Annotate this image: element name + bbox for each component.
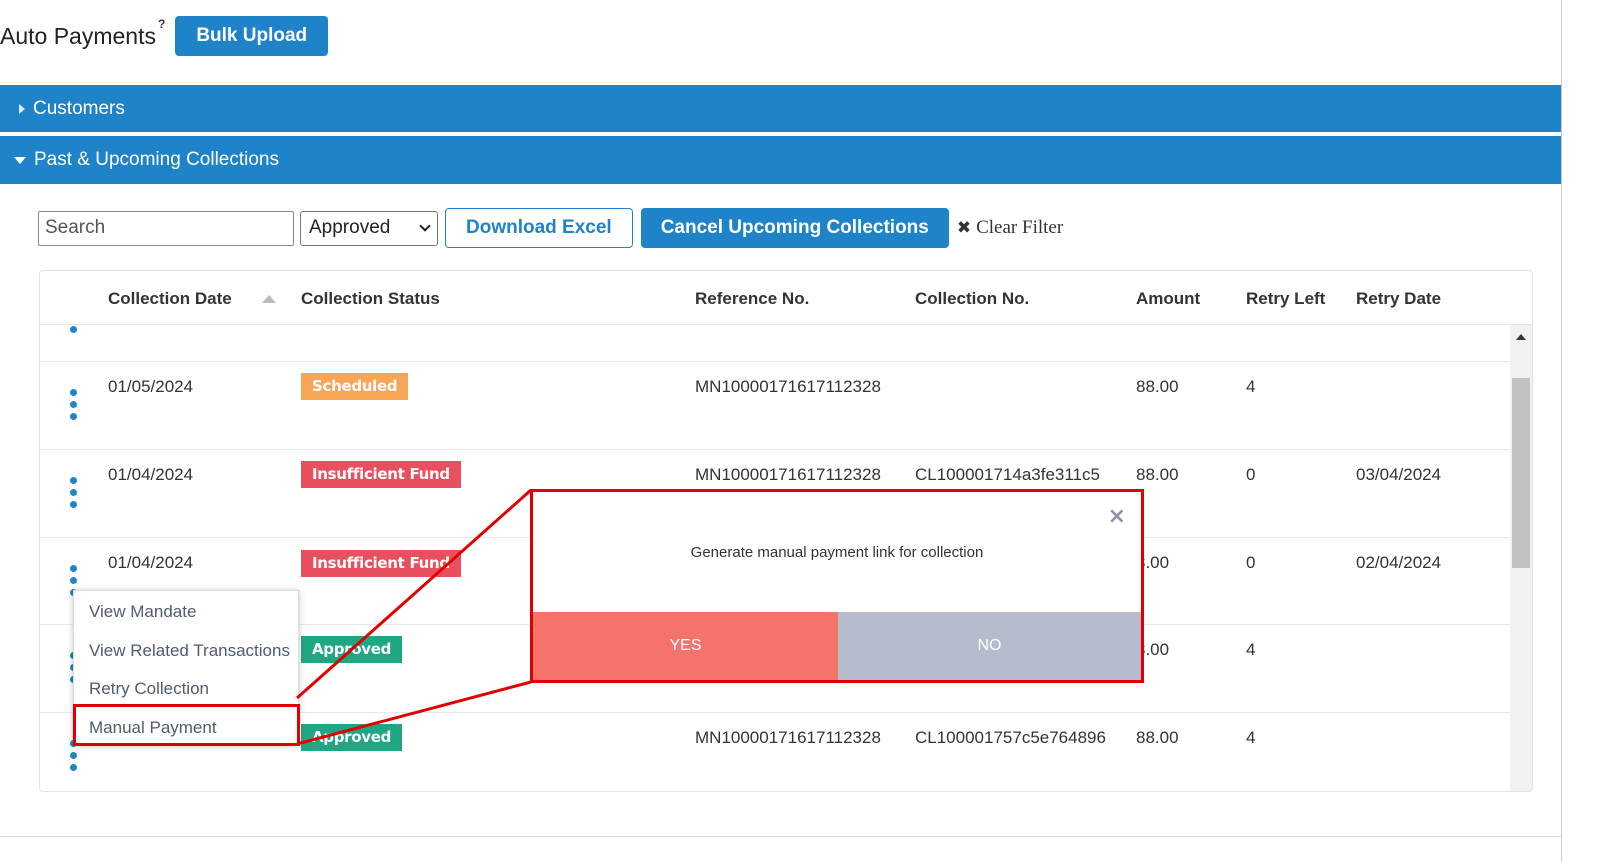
column-header-retry-left[interactable]: Retry Left [1246,289,1325,309]
help-icon[interactable]: ? [158,17,165,31]
reference-no: MN10000171617112328 [695,465,881,484]
collections-toolbar: Approved Download Excel Cancel Upcoming … [38,208,1063,248]
menu-item-view-mandate[interactable]: View Mandate [89,602,196,622]
amount: 88.00 [1136,728,1179,747]
retry-date: 02/04/2024 [1356,553,1442,572]
column-header-amount[interactable]: Amount [1136,289,1200,309]
reference-no: MN10000171617112328 [695,728,881,747]
collections-accordion-label: Past & Upcoming Collections [34,149,279,170]
collection-no: CL100001714a3fe311c5 [915,465,1100,484]
retry-left: 0 [1246,553,1256,572]
retry-left: 4 [1246,377,1256,396]
clear-filter-link[interactable]: ✖ Clear Filter [957,217,1063,239]
yes-button[interactable]: YES [533,612,838,680]
clear-filter-label: Clear Filter [976,217,1064,238]
search-input[interactable] [38,210,294,246]
status-badge: Approved [301,724,403,751]
row-actions-icon[interactable] [70,477,78,513]
divider [1561,0,1562,862]
status-filter-value: Approved [309,217,391,238]
amount: 88.00 [1136,465,1179,484]
dialog-message: Generate manual payment link for collect… [690,544,984,561]
cancel-upcoming-collections-button[interactable]: Cancel Upcoming Collections [640,208,949,248]
page-header: Auto Payments ? Bulk Upload [0,14,329,58]
status-filter-select[interactable]: Approved [300,210,438,246]
manual-payment-highlight [73,704,300,746]
retry-date: 03/04/2024 [1356,465,1442,484]
retry-left: 0 [1246,465,1256,484]
status-badge: Approved [301,636,403,663]
scrollbar-thumb[interactable] [1512,378,1530,568]
collection-no: CL100001757c5e764896 [915,728,1106,747]
no-button[interactable]: NO [838,612,1141,680]
caret-right-icon [19,103,25,114]
collection-date: 01/04/2024 [108,465,194,484]
amount: 88.00 [1136,377,1179,396]
page-title: Auto Payments [0,22,156,49]
reference-no: MN10000171617112328 [695,377,881,396]
close-icon: ✖ [956,218,972,238]
customers-accordion-label: Customers [33,97,125,119]
retry-left: 4 [1246,728,1256,747]
caret-down-icon [14,156,26,164]
retry-left: 4 [1246,640,1256,659]
divider [0,836,1561,837]
row-actions-icon[interactable] [70,389,78,425]
column-header-reference-no[interactable]: Reference No. [695,289,809,309]
status-badge: Scheduled [301,373,409,400]
chevron-down-icon [419,219,431,232]
column-header-collection-date[interactable]: Collection Date [108,289,232,309]
table-header: Collection Date Collection Status Refere… [40,271,1532,325]
scroll-up-arrow-icon[interactable] [1516,334,1526,340]
customers-accordion[interactable]: Customers [0,85,1561,132]
status-badge: Insufficient Fund [301,550,461,577]
table-row: 01/05/2024 Scheduled MN10000171617112328… [40,362,1510,450]
collection-date: 01/04/2024 [108,553,194,572]
close-icon[interactable]: × [1108,504,1126,529]
manual-payment-dialog: × Generate manual payment link for colle… [530,489,1144,683]
status-badge: Insufficient Fund [301,461,461,488]
download-excel-button[interactable]: Download Excel [445,208,633,248]
row-actions-icon[interactable] [70,326,78,338]
bulk-upload-button[interactable]: Bulk Upload [175,16,329,56]
menu-item-view-related-transactions[interactable]: View Related Transactions [89,641,290,661]
column-header-collection-status[interactable]: Collection Status [301,289,440,309]
collection-date: 01/05/2024 [108,377,194,396]
table-row [40,325,1510,362]
column-header-collection-no[interactable]: Collection No. [915,289,1029,309]
collections-accordion[interactable]: Past & Upcoming Collections [0,136,1561,184]
column-header-retry-date[interactable]: Retry Date [1356,289,1441,309]
table-scrollbar[interactable] [1510,325,1532,791]
sort-ascending-icon[interactable] [262,295,276,303]
menu-item-retry-collection[interactable]: Retry Collection [89,679,209,699]
